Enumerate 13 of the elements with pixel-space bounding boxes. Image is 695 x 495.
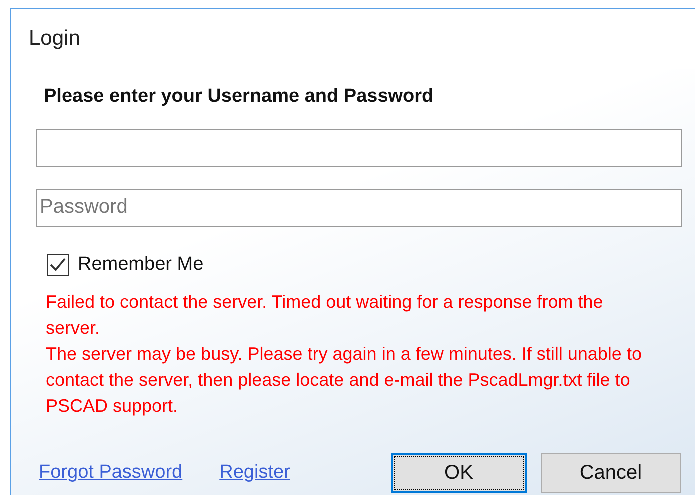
heading: Please enter your Username and Password bbox=[44, 85, 434, 109]
dialog-button[interactable]: Cancel bbox=[541, 453, 681, 493]
username-field[interactable] bbox=[36, 128, 682, 166]
checkbox[interactable] bbox=[47, 254, 69, 276]
window-title: Login bbox=[29, 28, 80, 49]
error-message: Failed to contact the server. Timed out waiting for a response from the server. bbox=[46, 291, 604, 340]
error-message: The server may be busy. Please try again in a few minutes. If still unable to contact the server, then please locate and e-mail the PscadLmgr.txt file to PSCAD support. bbox=[46, 343, 643, 418]
check-icon bbox=[50, 258, 66, 272]
checkbox-label: Remember Me bbox=[78, 252, 204, 276]
password-field[interactable]: Password bbox=[36, 188, 682, 226]
link[interactable]: Register bbox=[220, 458, 290, 488]
dialog-button[interactable]: OK bbox=[391, 453, 527, 493]
link[interactable]: Forgot Password bbox=[39, 458, 183, 488]
